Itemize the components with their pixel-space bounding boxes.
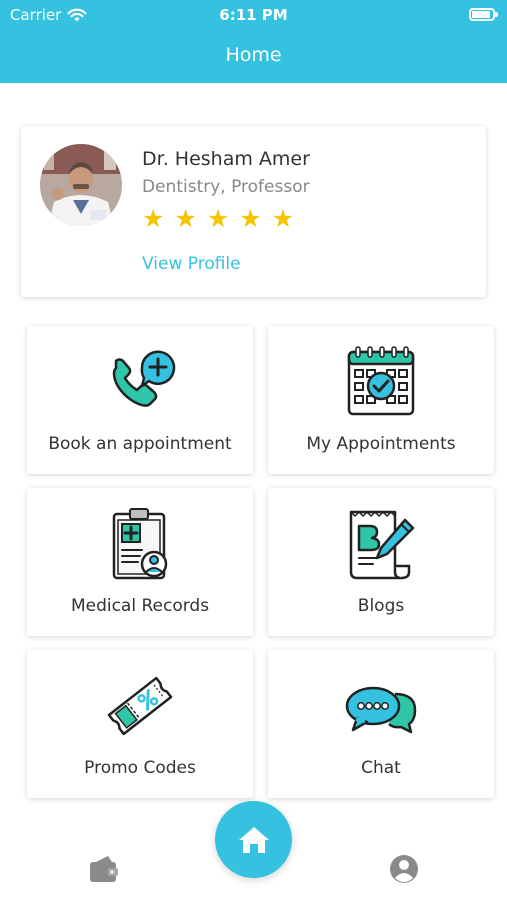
book-appointment-tile[interactable]: Book an appointment	[27, 326, 253, 474]
promo-codes-tile[interactable]: Promo Codes	[27, 650, 253, 798]
status-bar: Carrier 6:11 PM	[0, 0, 507, 32]
nav-wallet-button[interactable]	[88, 854, 120, 884]
tile-label: Blogs	[357, 596, 405, 616]
tile-label: Book an appointment	[48, 434, 232, 454]
doctor-name: Dr. Hesham Amer	[142, 148, 310, 170]
my-appointments-tile[interactable]: My Appointments	[268, 326, 494, 474]
wallet-icon	[90, 856, 118, 882]
clipboard-record-icon	[112, 508, 168, 580]
star-icon: ★	[271, 204, 295, 233]
chat-tile[interactable]: Chat	[268, 650, 494, 798]
app-header: Carrier 6:11 PM Home	[0, 0, 507, 83]
rating-stars: ★ ★ ★ ★ ★	[142, 206, 294, 231]
tile-label: Chat	[361, 758, 401, 778]
battery-fill	[472, 11, 490, 18]
star-icon: ★	[239, 204, 262, 233]
tile-label: Medical Records	[70, 596, 210, 616]
view-profile-link[interactable]: View Profile	[142, 254, 241, 274]
blog-pen-icon	[349, 510, 415, 580]
chat-bubbles-icon	[345, 686, 417, 734]
doctor-specialty: Dentistry, Professor	[142, 177, 310, 197]
blogs-tile[interactable]: Blogs	[268, 488, 494, 636]
phone-plus-icon	[112, 350, 176, 407]
status-time: 6:11 PM	[219, 6, 288, 24]
star-icon: ★	[174, 204, 197, 233]
tile-label: My Appointments	[306, 434, 456, 454]
star-icon: ★	[206, 204, 230, 233]
doctor-card[interactable]: Dr. Hesham Amer Dentistry, Professor ★ ★ ★…	[21, 126, 486, 297]
page-title: Home	[225, 44, 282, 66]
star-icon: ★	[142, 204, 165, 233]
battery-icon	[469, 8, 498, 21]
tile-label: Promo Codes	[84, 758, 196, 778]
doctor-avatar	[40, 144, 122, 226]
calendar-check-icon	[347, 346, 415, 416]
nav-profile-button[interactable]	[389, 854, 419, 884]
profile-icon	[390, 855, 418, 883]
home-nav-button[interactable]	[215, 801, 292, 878]
promo-ticket-icon	[107, 676, 173, 736]
home-icon	[238, 826, 269, 853]
medical-records-tile[interactable]: Medical Records	[27, 488, 253, 636]
